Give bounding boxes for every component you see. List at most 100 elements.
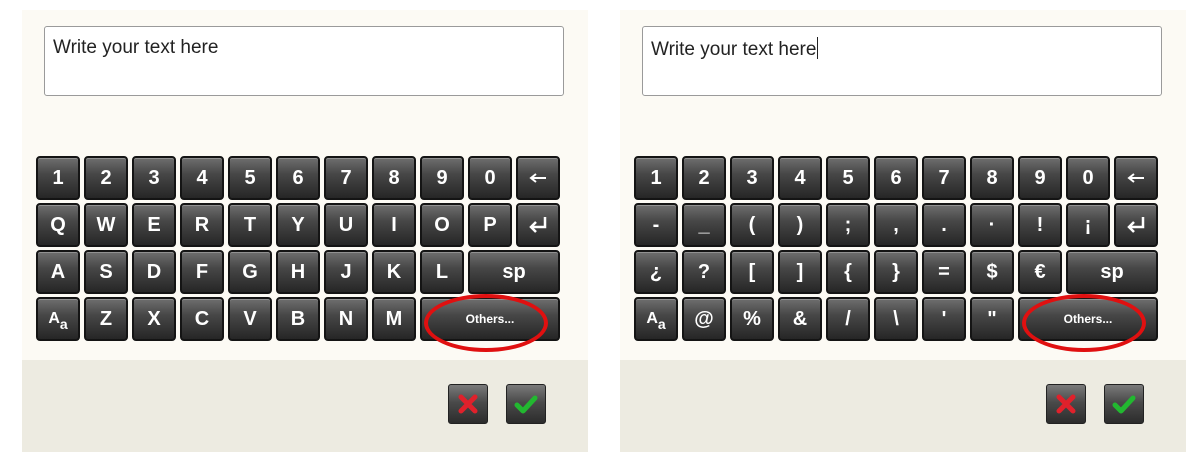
key[interactable]: W <box>84 203 128 247</box>
key[interactable]: T <box>228 203 272 247</box>
confirm-button[interactable] <box>1104 384 1144 424</box>
key[interactable]: J <box>324 250 368 294</box>
key[interactable]: / <box>826 297 870 341</box>
keyboard-row: - _();,. ·! ¡ <box>634 203 1174 247</box>
key[interactable]: O <box>420 203 464 247</box>
cancel-button[interactable] <box>448 384 488 424</box>
key[interactable]: N <box>324 297 368 341</box>
space-key[interactable]: sp <box>468 250 560 294</box>
key[interactable]: 4 <box>180 156 224 200</box>
key[interactable]: G <box>228 250 272 294</box>
key[interactable]: 7 <box>324 156 368 200</box>
key[interactable]: 6 <box>874 156 918 200</box>
key[interactable]: S <box>84 250 128 294</box>
key[interactable]: 8 <box>372 156 416 200</box>
space-key[interactable]: sp <box>1066 250 1158 294</box>
key[interactable]: 8 <box>970 156 1014 200</box>
key[interactable]: X <box>132 297 176 341</box>
key[interactable]: L <box>420 250 464 294</box>
checkmark-icon <box>514 395 538 414</box>
key[interactable]: 2 <box>682 156 726 200</box>
cancel-button[interactable] <box>1046 384 1086 424</box>
key[interactable]: K <box>372 250 416 294</box>
text-input-value: Write your text here <box>53 37 219 58</box>
text-input[interactable]: Write your text here <box>642 26 1162 96</box>
key[interactable]: { <box>826 250 870 294</box>
key[interactable]: } <box>874 250 918 294</box>
key[interactable]: 9 <box>420 156 464 200</box>
key[interactable]: € <box>1018 250 1062 294</box>
confirm-button[interactable] <box>506 384 546 424</box>
key[interactable]: P <box>468 203 512 247</box>
key[interactable]: 4 <box>778 156 822 200</box>
enter-key[interactable] <box>1114 203 1158 247</box>
key[interactable]: F <box>180 250 224 294</box>
key[interactable]: 9 <box>1018 156 1062 200</box>
key[interactable]: 1 <box>36 156 80 200</box>
text-cursor <box>817 37 819 59</box>
key[interactable]: 3 <box>132 156 176 200</box>
case-lower-glyph: a <box>657 316 666 332</box>
key[interactable]: 7 <box>922 156 966 200</box>
key[interactable]: 3 <box>730 156 774 200</box>
key[interactable]: H <box>276 250 320 294</box>
key[interactable]: 5 <box>826 156 870 200</box>
key[interactable]: R <box>180 203 224 247</box>
key[interactable]: " <box>970 297 1014 341</box>
key[interactable]: I <box>372 203 416 247</box>
case-upper-glyph: A <box>646 310 658 327</box>
text-input-value: Write your text here <box>651 39 817 60</box>
action-bar <box>620 360 1186 452</box>
key[interactable]: Y <box>276 203 320 247</box>
key[interactable]: U <box>324 203 368 247</box>
key[interactable]: 1 <box>634 156 678 200</box>
key[interactable]: ( <box>730 203 774 247</box>
key[interactable]: ¿ <box>634 250 678 294</box>
key[interactable]: ¡ <box>1066 203 1110 247</box>
key[interactable]: % <box>730 297 774 341</box>
key[interactable]: ? <box>682 250 726 294</box>
key[interactable]: B <box>276 297 320 341</box>
keyboard-row: QWERTYUIOP <box>36 203 576 247</box>
backspace-key[interactable] <box>1114 156 1158 200</box>
key[interactable]: . <box>922 203 966 247</box>
key[interactable]: ' <box>922 297 966 341</box>
key[interactable]: Z <box>84 297 128 341</box>
case-toggle-key[interactable]: Aa <box>634 297 678 341</box>
key[interactable]: _ <box>682 203 726 247</box>
key[interactable]: ; <box>826 203 870 247</box>
key[interactable]: 6 <box>276 156 320 200</box>
key[interactable]: 0 <box>1066 156 1110 200</box>
key[interactable]: 5 <box>228 156 272 200</box>
backspace-key[interactable] <box>516 156 560 200</box>
key[interactable]: Q <box>36 203 80 247</box>
key[interactable]: 2 <box>84 156 128 200</box>
text-input[interactable]: Write your text here <box>44 26 564 96</box>
key[interactable]: @ <box>682 297 726 341</box>
key[interactable]: V <box>228 297 272 341</box>
key[interactable]: - <box>634 203 678 247</box>
key[interactable]: = <box>922 250 966 294</box>
key[interactable]: E <box>132 203 176 247</box>
key[interactable]: M <box>372 297 416 341</box>
case-toggle-key[interactable]: Aa <box>36 297 80 341</box>
backspace-arrow-icon <box>529 173 546 183</box>
highlight-oval <box>1022 294 1146 352</box>
keyboard-row: ¿?[]{} = $ € sp <box>634 250 1174 294</box>
key[interactable]: D <box>132 250 176 294</box>
key[interactable]: 0 <box>468 156 512 200</box>
key[interactable]: A <box>36 250 80 294</box>
case-lower-glyph: a <box>59 316 68 332</box>
x-icon <box>458 394 478 414</box>
key[interactable]: \ <box>874 297 918 341</box>
enter-key[interactable] <box>516 203 560 247</box>
key[interactable]: · <box>970 203 1014 247</box>
key[interactable]: ] <box>778 250 822 294</box>
key[interactable]: ! <box>1018 203 1062 247</box>
key[interactable]: & <box>778 297 822 341</box>
key[interactable]: , <box>874 203 918 247</box>
key[interactable]: [ <box>730 250 774 294</box>
key[interactable]: C <box>180 297 224 341</box>
key[interactable]: $ <box>970 250 1014 294</box>
key[interactable]: ) <box>778 203 822 247</box>
